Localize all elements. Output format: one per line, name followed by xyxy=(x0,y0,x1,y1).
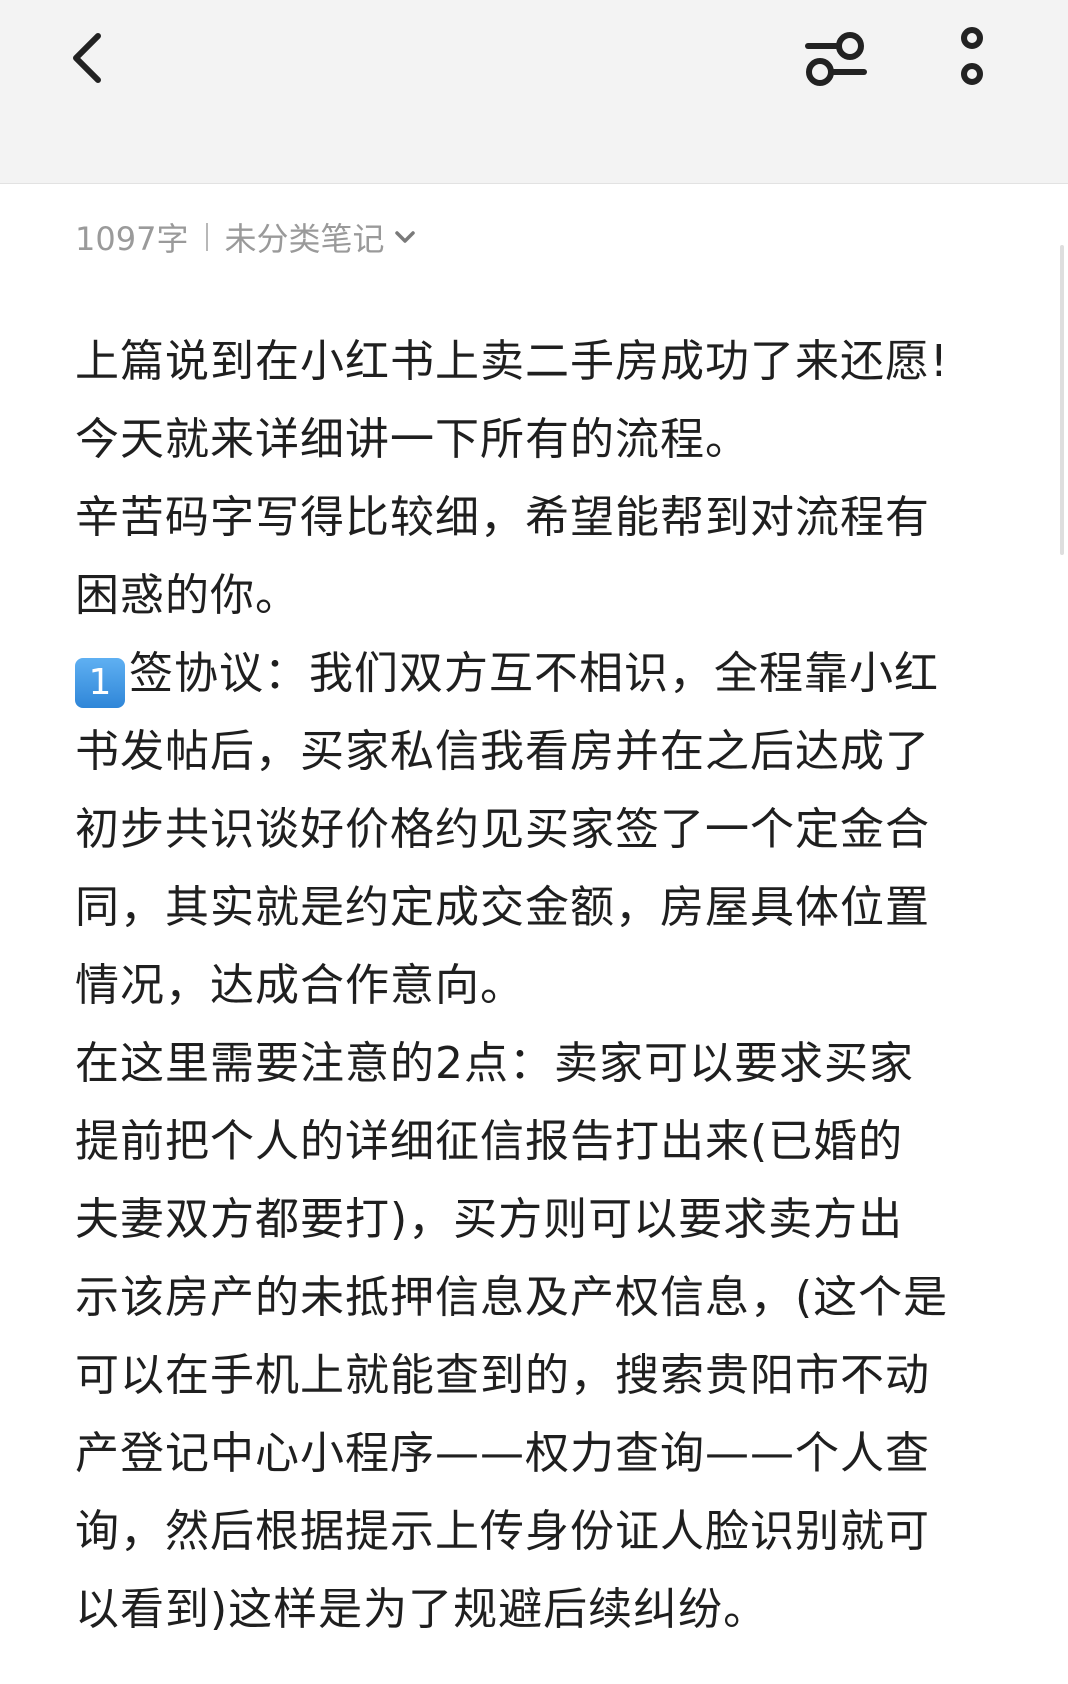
text-line: 书发帖后，买家私信我看房并在之后达成了 xyxy=(75,726,930,777)
back-button[interactable] xyxy=(62,26,118,90)
text-line: 情况，达成合作意向。 xyxy=(75,960,525,1011)
more-options-button[interactable] xyxy=(950,22,994,92)
text-line: 上篇说到在小红书上卖二手房成功了来还愿! xyxy=(75,336,949,387)
text-line-numbered: 1 签协议：我们双方互不相识，全程靠小红 xyxy=(75,635,1015,713)
text-line: 签协议：我们双方互不相识，全程靠小红 xyxy=(129,648,939,699)
vertical-dots-icon xyxy=(961,27,983,85)
category-label: 未分类笔记 xyxy=(224,220,385,258)
text-line: 困惑的你。 xyxy=(75,570,300,621)
text-line: 在这里需要注意的2点：卖家可以要求买家 xyxy=(75,1038,914,1089)
note-meta: 1097字 未分类笔记 xyxy=(75,214,416,260)
scrollbar[interactable] xyxy=(1060,245,1064,555)
category-selector[interactable]: 未分类笔记 xyxy=(224,214,416,260)
text-line: 示该房产的未抵押信息及产权信息，(这个是 xyxy=(75,1272,949,1323)
filter-settings-button[interactable] xyxy=(800,26,872,90)
meta-divider xyxy=(206,223,209,251)
text-line: 夫妻双方都要打)，买方则可以要求卖方出 xyxy=(75,1194,904,1245)
sliders-icon xyxy=(805,32,867,86)
top-toolbar xyxy=(0,0,1068,184)
text-line: 产登记中心小程序——权力查询——个人查 xyxy=(75,1428,930,1479)
text-line: 询，然后根据提示上传身份证人脸识别就可 xyxy=(75,1506,930,1557)
text-line: 辛苦码字写得比较细，希望能帮到对流程有 xyxy=(75,492,930,543)
chevron-down-icon xyxy=(395,231,416,243)
keycap-one-emoji: 1 xyxy=(75,658,125,708)
text-line: 以看到)这样是为了规避后续纠纷。 xyxy=(75,1584,769,1635)
text-line: 今天就来详细讲一下所有的流程。 xyxy=(75,414,750,465)
word-count: 1097字 xyxy=(75,220,189,258)
text-line: 同，其实就是约定成交金额，房屋具体位置 xyxy=(75,882,930,933)
text-line: 初步共识谈好价格约见买家签了一个定金合 xyxy=(75,804,930,855)
chevron-left-icon xyxy=(73,33,101,83)
text-line: 可以在手机上就能查到的，搜索贵阳市不动 xyxy=(75,1350,930,1401)
note-body[interactable]: 上篇说到在小红书上卖二手房成功了来还愿! 今天就来详细讲一下所有的流程。 辛苦码… xyxy=(75,323,1015,1649)
text-line: 提前把个人的详细征信报告打出来(已婚的 xyxy=(75,1116,904,1167)
